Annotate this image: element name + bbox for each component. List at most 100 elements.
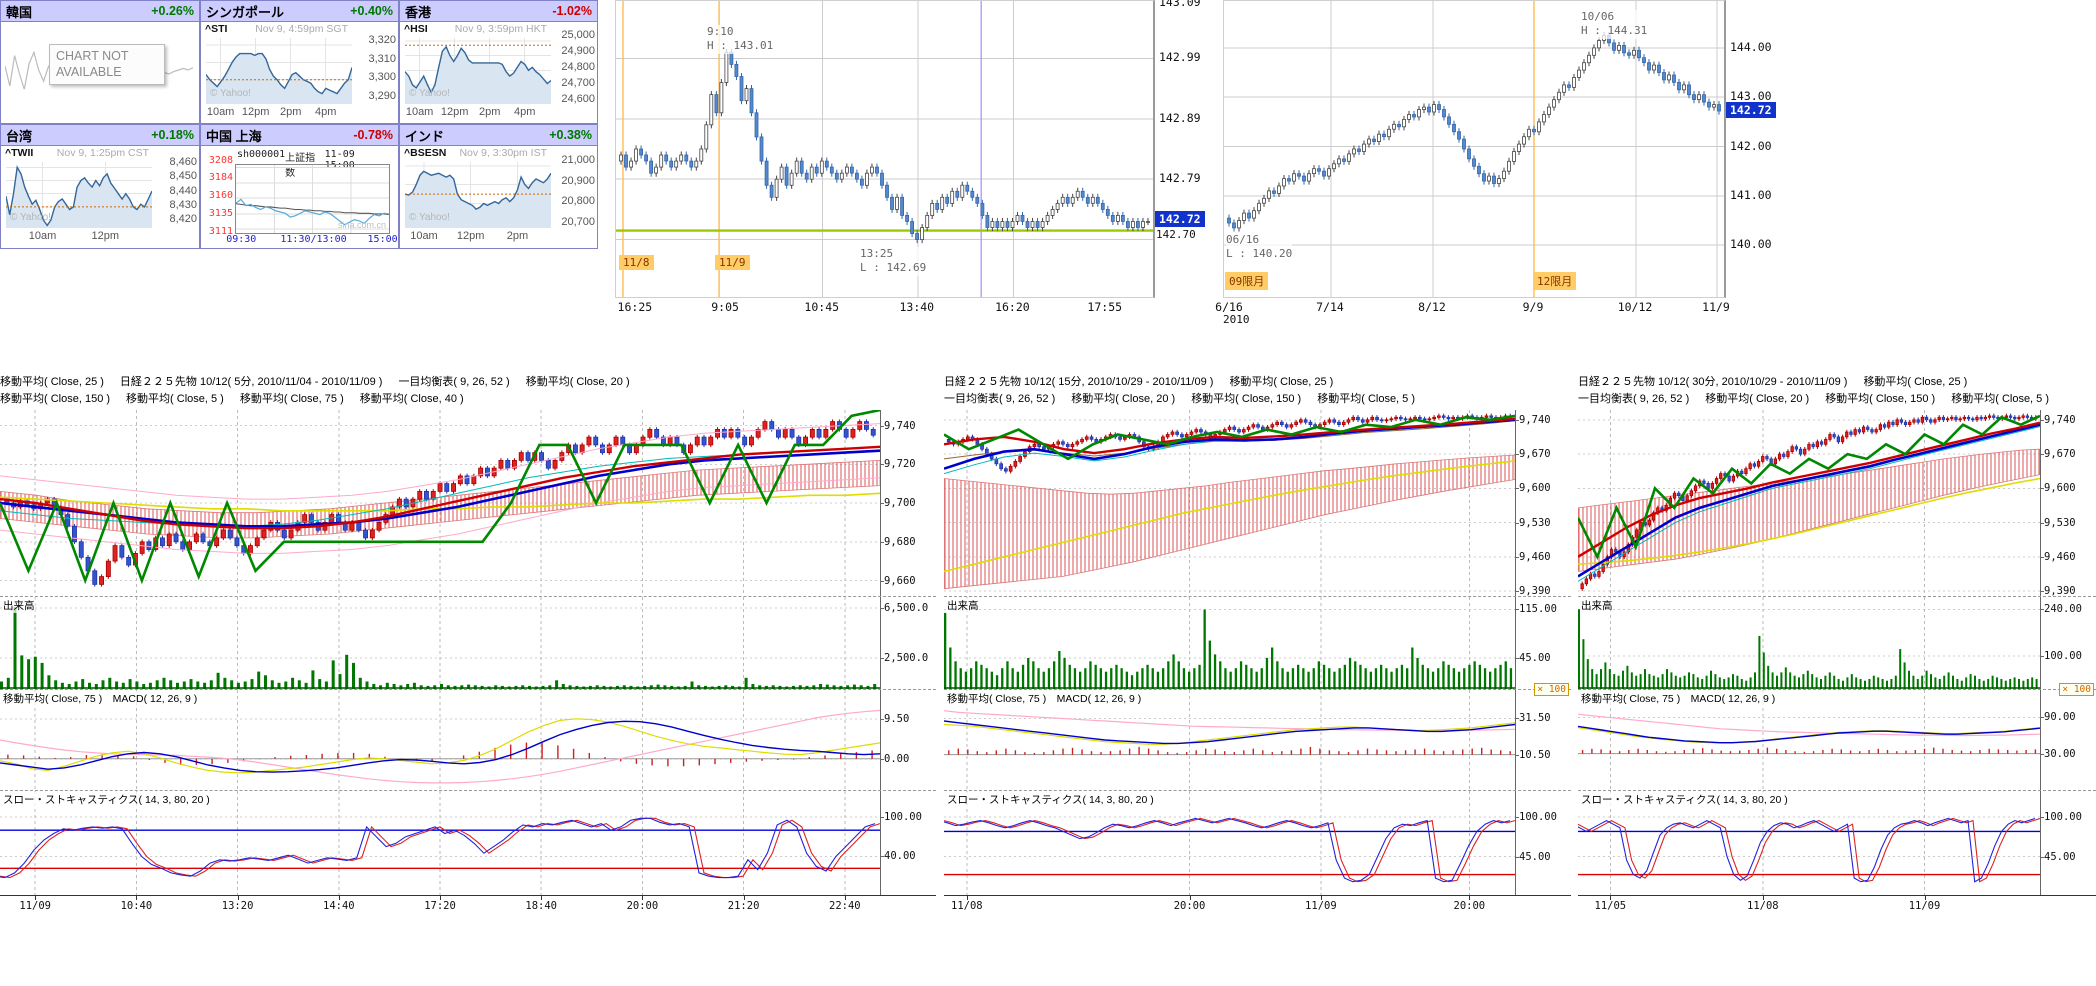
axis-tick-label: 9,600 xyxy=(1519,482,1551,494)
market-name: 中国 上海 xyxy=(206,126,262,145)
stoch-label: スロー・ストキャスティクス( 14, 3, 80, 20 ) xyxy=(3,792,210,807)
axis-tick-label: 11/08 xyxy=(1747,900,1779,912)
daily-x-axis: 6/167/148/129/910/1211/9 xyxy=(1223,300,1723,316)
axis-tick-label: 11:30/13:00 xyxy=(280,234,346,245)
stoch-section: スロー・ストキャスティクス( 14, 3, 80, 20 )100.0045.0… xyxy=(944,790,1571,895)
main-section: 9,7409,7209,7009,6809,660 xyxy=(0,410,936,596)
volume-canvas xyxy=(944,597,1515,689)
main-y-axis: 9,7409,7209,7009,6809,660 xyxy=(880,410,936,596)
axis-tick-label: 8,460 xyxy=(169,156,197,168)
axis-tick-label: 10am xyxy=(410,230,438,242)
change-percent: +0.18% xyxy=(151,128,194,142)
volume-multiplier-badge: × 100 xyxy=(1534,683,1569,696)
axis-tick-label: 7/14 xyxy=(1316,300,1344,314)
near-price-label: 142.70 xyxy=(1156,228,1196,242)
axis-tick-label: 8,450 xyxy=(169,170,197,182)
axis-tick-label: 2pm xyxy=(479,106,500,118)
axis-tick-label: 10am xyxy=(29,230,57,242)
axis-tick-label: 100.00 xyxy=(1519,811,1557,823)
stoch-section: スロー・ストキャスティクス( 14, 3, 80, 20 ) 100.00 40.0… xyxy=(0,790,936,895)
axis-tick-label: 8,420 xyxy=(169,213,197,225)
axis-tick-label: 10am xyxy=(207,106,235,118)
axis-tick-label: 10:45 xyxy=(804,300,839,314)
x-axis-labels: 10am12pm2pm4pm xyxy=(405,106,553,121)
axis-tick-label: 3,290 xyxy=(368,90,396,102)
x-axis-labels: 10am12pm2pm xyxy=(405,230,553,245)
axis-tick-label: 9,530 xyxy=(1519,517,1551,529)
macd-label: 移動平均( Close, 75 ) MACD( 12, 26, 9 ) xyxy=(1581,691,1775,706)
macd-y-axis: 9.500.00 xyxy=(880,690,936,790)
time-axis: 11/0910:4013:2014:4017:2018:4020:0021:20… xyxy=(0,895,936,924)
axis-tick-label: 115.00 xyxy=(1519,603,1557,615)
axis-tick-label: 20,700 xyxy=(561,216,595,228)
axis-tick-label: 9,660 xyxy=(884,575,916,587)
axis-tick-label: 9,740 xyxy=(884,420,916,432)
axis-tick-label: 11/08 xyxy=(951,900,983,912)
panel-header: 中国 上海 -0.78% xyxy=(201,125,398,146)
quote-timestamp: Nov 9, 4:59pm SGT xyxy=(255,23,348,35)
axis-tick-label: 17:20 xyxy=(424,900,456,912)
mini-panel-hongkong[interactable]: 香港 -1.02% ^HSI Nov 9, 3:59pm HKT 25,0002… xyxy=(399,0,598,124)
panel-header: 香港 -1.02% xyxy=(400,1,597,22)
mini-panel-korea[interactable]: 韓国 +0.26% CHART NOT AVAILABLE xyxy=(0,0,200,124)
panel-header: 韓国 +0.26% xyxy=(1,1,199,22)
legend-item: 一目均衡表( 9, 26, 52 ) xyxy=(944,393,1055,405)
legend-item: 移動平均( Close, 20 ) xyxy=(1071,393,1175,405)
main-y-axis: 9,7409,6709,6009,5309,4609,390 xyxy=(2040,410,2096,596)
volume-y-axis: 115.00 45.00 xyxy=(1515,597,1571,689)
main-y-axis: 9,7409,6709,6009,5309,4609,390 xyxy=(1515,410,1571,596)
axis-tick-label: 100.00 xyxy=(884,811,922,823)
session-tag-1108: 11/8 xyxy=(619,255,654,270)
axis-tick-label: 11/9 xyxy=(1702,300,1730,314)
axis-tick-label: 12pm xyxy=(242,106,270,118)
axis-tick-label: 13:40 xyxy=(899,300,934,314)
y-axis-labels: 21,00020,90020,80020,700 xyxy=(551,156,595,228)
main-section: 9,7409,6709,6009,5309,4609,390 xyxy=(944,410,1571,596)
macd-y-axis: 31.50 10.50 xyxy=(1515,690,1571,790)
legend-item: 日経２２５先物 10/12( 15分, 2010/10/29 - 2010/11… xyxy=(944,376,1213,388)
volume-y-axis: 240.00100.00 xyxy=(2040,597,2096,689)
axis-tick-label: 10.50 xyxy=(1519,749,1551,761)
axis-tick-label: 40.00 xyxy=(884,850,916,862)
stoch-section: スロー・ストキャスティクス( 14, 3, 80, 20 )100.0045.0… xyxy=(1578,790,2096,895)
mini-panel-taiwan[interactable]: 台湾 +0.18% ^TWII Nov 9, 1:25pm CST 8,4608… xyxy=(0,124,200,249)
axis-tick-label: 3160 xyxy=(209,190,233,201)
change-percent: -0.78% xyxy=(353,128,393,142)
time-axis: 11/0820:0011/0920:00 xyxy=(944,895,1571,924)
legend-item: 移動平均( Close, 25 ) xyxy=(1229,376,1333,388)
axis-tick-label: 100.00 xyxy=(2044,811,2082,823)
axis-tick-label: 20:00 xyxy=(627,900,659,912)
market-name: インド xyxy=(405,126,444,145)
axis-tick-label: 12pm xyxy=(92,230,120,242)
axis-tick-label: 9/9 xyxy=(1523,300,1544,314)
intraday-x-axis: 16:259:0510:4513:4016:2017:55 xyxy=(615,300,1152,316)
market-name: シンガポール xyxy=(206,2,284,21)
axis-tick-label: 31.50 xyxy=(1519,712,1551,724)
y-axis-labels: 8,4608,4508,4408,4308,420 xyxy=(153,156,197,228)
axis-tick-label: 9,720 xyxy=(884,458,916,470)
axis-tick-label: 45.00 xyxy=(1519,652,1551,664)
asia-markets-grid: 韓国 +0.26% CHART NOT AVAILABLE シンガポール +0.… xyxy=(0,0,600,250)
axis-tick-label: 21,000 xyxy=(561,154,595,166)
mini-panel-singapore[interactable]: シンガポール +0.40% ^STI Nov 9, 4:59pm SGT 3,3… xyxy=(200,0,399,124)
main-canvas xyxy=(0,410,880,596)
quote-timestamp: Nov 9, 3:59pm HKT xyxy=(455,23,547,35)
legend-item: 移動平均( Close, 20 ) xyxy=(1705,393,1809,405)
legend-item: 一目均衡表( 9, 26, 52 ) xyxy=(398,376,509,388)
axis-tick-label: 141.00 xyxy=(1730,188,1772,202)
change-percent: +0.38% xyxy=(549,128,592,142)
volume-label: 出来高 xyxy=(947,598,979,613)
axis-tick-label: 6,500.0 xyxy=(884,602,928,614)
x-axis-labels: 10am 12pm xyxy=(6,230,154,245)
volume-section: 出来高115.0045.00× 100 xyxy=(944,596,1571,689)
volume-label: 出来高 xyxy=(3,598,35,613)
market-name: 香港 xyxy=(405,2,431,21)
mini-chart-body: ^HSI Nov 9, 3:59pm HKT 25,00024,90024,80… xyxy=(400,22,597,123)
axis-tick-label: 142.00 xyxy=(1730,139,1772,153)
market-name: 韓国 xyxy=(6,2,32,21)
axis-tick-label: 8/12 xyxy=(1418,300,1446,314)
legend-item: 移動平均( Close, 25 ) xyxy=(0,376,104,388)
mini-panel-china[interactable]: 中国 上海 -0.78% sh000001 上証指数 11-09 15:00 3… xyxy=(200,124,399,249)
mini-panel-india[interactable]: インド +0.38% ^BSESN Nov 9, 3:30pm IST 21,0… xyxy=(399,124,598,249)
axis-tick-label: 142.89 xyxy=(1159,111,1201,125)
